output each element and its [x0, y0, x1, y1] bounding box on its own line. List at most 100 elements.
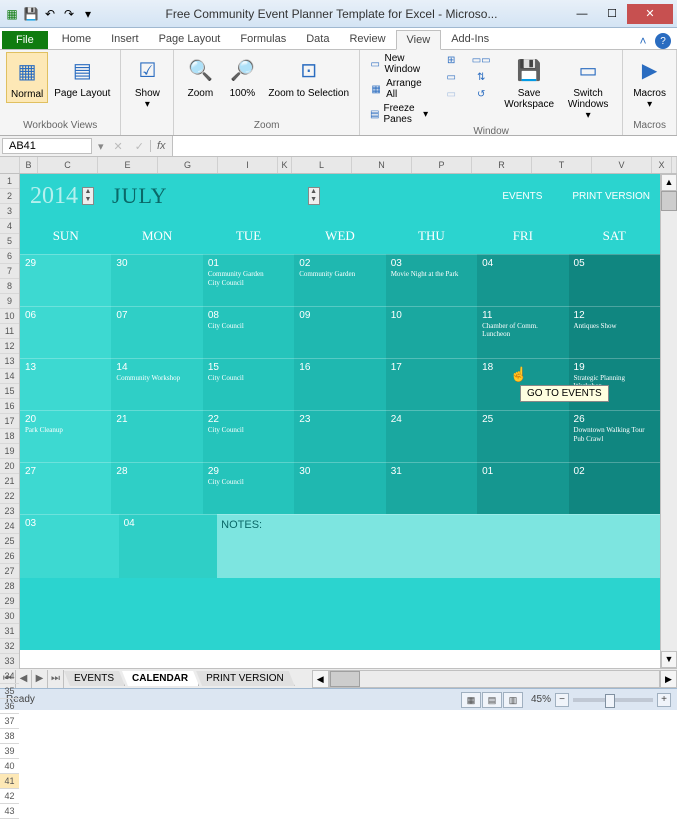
sheet-tab-print-version[interactable]: PRINT VERSION [196, 671, 295, 686]
select-all-cell[interactable] [0, 157, 20, 173]
column-header[interactable]: T [532, 157, 592, 173]
file-tab[interactable]: File [2, 31, 48, 49]
row-header[interactable]: 30 [0, 609, 19, 624]
row-header[interactable]: 39 [0, 744, 19, 759]
calendar-day[interactable]: 18 [477, 358, 568, 410]
calendar-day[interactable]: 04 [477, 254, 568, 306]
normal-view-shortcut[interactable]: ▦ [461, 692, 481, 708]
calendar-day[interactable]: 04 [119, 514, 218, 578]
calendar-day[interactable]: 25 [477, 410, 568, 462]
scroll-left-button[interactable]: ◀ [312, 670, 329, 688]
notes-area[interactable]: NOTES: [217, 514, 660, 578]
row-header[interactable]: 25 [0, 534, 19, 549]
calendar-day[interactable]: 03Movie Night at the Park [386, 254, 477, 306]
zoom-to-selection-button[interactable]: ⊡ Zoom to Selection [264, 52, 353, 101]
column-header[interactable]: X [652, 157, 672, 173]
zoom-in-button[interactable]: + [657, 693, 671, 707]
zoom-100-button[interactable]: 🔎 100% [222, 52, 262, 101]
column-header[interactable]: E [98, 157, 158, 173]
row-header[interactable]: 4 [0, 219, 19, 234]
row-header[interactable]: 37 [0, 714, 19, 729]
row-header[interactable]: 32 [0, 639, 19, 654]
row-header[interactable]: 40 [0, 759, 19, 774]
column-header[interactable]: L [292, 157, 352, 173]
macros-button[interactable]: ▶ Macros▾ [629, 52, 670, 112]
row-header[interactable]: 18 [0, 429, 19, 444]
row-header[interactable]: 36 [0, 699, 19, 714]
row-header[interactable]: 10 [0, 309, 19, 324]
row-header[interactable]: 2 [0, 189, 19, 204]
save-workspace-button[interactable]: 💾 Save Workspace [500, 52, 558, 112]
close-button[interactable]: ✕ [627, 4, 673, 24]
row-header[interactable]: 24 [0, 519, 19, 534]
view-side-by-side-button[interactable]: ▭▭ [470, 52, 492, 68]
maximize-button[interactable]: ☐ [597, 4, 627, 24]
vertical-scrollbar[interactable]: ▲ ▼ [660, 174, 677, 668]
calendar-day[interactable]: 07 [111, 306, 202, 358]
calendar-day[interactable]: 28 [111, 462, 202, 514]
calendar-day[interactable]: 02Community Garden [294, 254, 385, 306]
hide-button[interactable]: ▭ [440, 69, 462, 85]
split-button[interactable]: ⊞ [440, 52, 462, 68]
ribbon-tab-review[interactable]: Review [339, 30, 395, 49]
events-link[interactable]: EVENTS [502, 191, 542, 202]
show-button[interactable]: ☑ Show▾ [127, 52, 167, 112]
column-header[interactable]: C [38, 157, 98, 173]
row-header[interactable]: 6 [0, 249, 19, 264]
row-header[interactable]: 1 [0, 174, 19, 189]
ribbon-tab-insert[interactable]: Insert [101, 30, 149, 49]
calendar-day[interactable]: 19Strategic Planning Workshop [569, 358, 660, 410]
calendar-day[interactable]: 29City Council [203, 462, 294, 514]
hscroll-track[interactable] [329, 670, 660, 688]
switch-windows-button[interactable]: ▭ Switch Windows▾ [560, 52, 616, 123]
row-header[interactable]: 7 [0, 264, 19, 279]
sheet-content[interactable]: 2014 ▲▼ JULY ▲▼ EVENTS PRINT VERSION SUN… [20, 174, 660, 668]
row-header[interactable]: 31 [0, 624, 19, 639]
column-header[interactable]: N [352, 157, 412, 173]
new-window-button[interactable]: ▭New Window [366, 52, 432, 76]
row-header[interactable]: 42 [0, 789, 19, 804]
next-sheet-button[interactable]: ▶ [32, 670, 48, 688]
name-box[interactable]: AB41 [2, 138, 92, 154]
row-header[interactable]: 23 [0, 504, 19, 519]
calendar-day[interactable]: 24 [386, 410, 477, 462]
sync-scroll-button[interactable]: ⇅ [470, 69, 492, 85]
row-header[interactable]: 13 [0, 354, 19, 369]
calendar-day[interactable]: 27 [20, 462, 111, 514]
column-header[interactable]: K [278, 157, 292, 173]
row-header[interactable]: 8 [0, 279, 19, 294]
row-header[interactable]: 34 [0, 669, 19, 684]
reset-position-button[interactable]: ↺ [470, 86, 492, 102]
ribbon-tab-view[interactable]: View [396, 30, 442, 50]
calendar-day[interactable]: 16 [294, 358, 385, 410]
page-layout-shortcut[interactable]: ▤ [482, 692, 502, 708]
minimize-button[interactable]: — [567, 4, 597, 24]
hscroll-thumb[interactable] [330, 671, 360, 687]
row-header[interactable]: 14 [0, 369, 19, 384]
row-header[interactable]: 22 [0, 489, 19, 504]
row-header[interactable]: 5 [0, 234, 19, 249]
calendar-day[interactable]: 29 [20, 254, 111, 306]
zoom-level[interactable]: 45% [531, 694, 551, 705]
calendar-day[interactable]: 17 [386, 358, 477, 410]
fx-icon[interactable]: fx [150, 140, 172, 152]
ribbon-tab-add-ins[interactable]: Add-Ins [441, 30, 499, 49]
freeze-panes-button[interactable]: ▤Freeze Panes ▾ [366, 102, 432, 126]
calendar-day[interactable]: 15City Council [203, 358, 294, 410]
calendar-day[interactable]: 01Community GardenCity Council [203, 254, 294, 306]
calendar-day[interactable]: 11Chamber of Comm. Luncheon [477, 306, 568, 358]
calendar-day[interactable]: 03 [20, 514, 119, 578]
row-header[interactable]: 15 [0, 384, 19, 399]
row-header[interactable]: 3 [0, 204, 19, 219]
sheet-tab-calendar[interactable]: CALENDAR [122, 671, 199, 686]
column-header[interactable]: G [158, 157, 218, 173]
row-header[interactable]: 12 [0, 339, 19, 354]
row-header[interactable]: 35 [0, 684, 19, 699]
row-header[interactable]: 26 [0, 549, 19, 564]
sheet-tab-events[interactable]: EVENTS [64, 671, 125, 686]
calendar-day[interactable]: 06 [20, 306, 111, 358]
calendar-day[interactable]: 12Antiques Show [569, 306, 660, 358]
last-sheet-button[interactable]: ⏭ [48, 670, 64, 688]
calendar-day[interactable]: 20Park Cleanup [20, 410, 111, 462]
page-break-shortcut[interactable]: ▥ [503, 692, 523, 708]
